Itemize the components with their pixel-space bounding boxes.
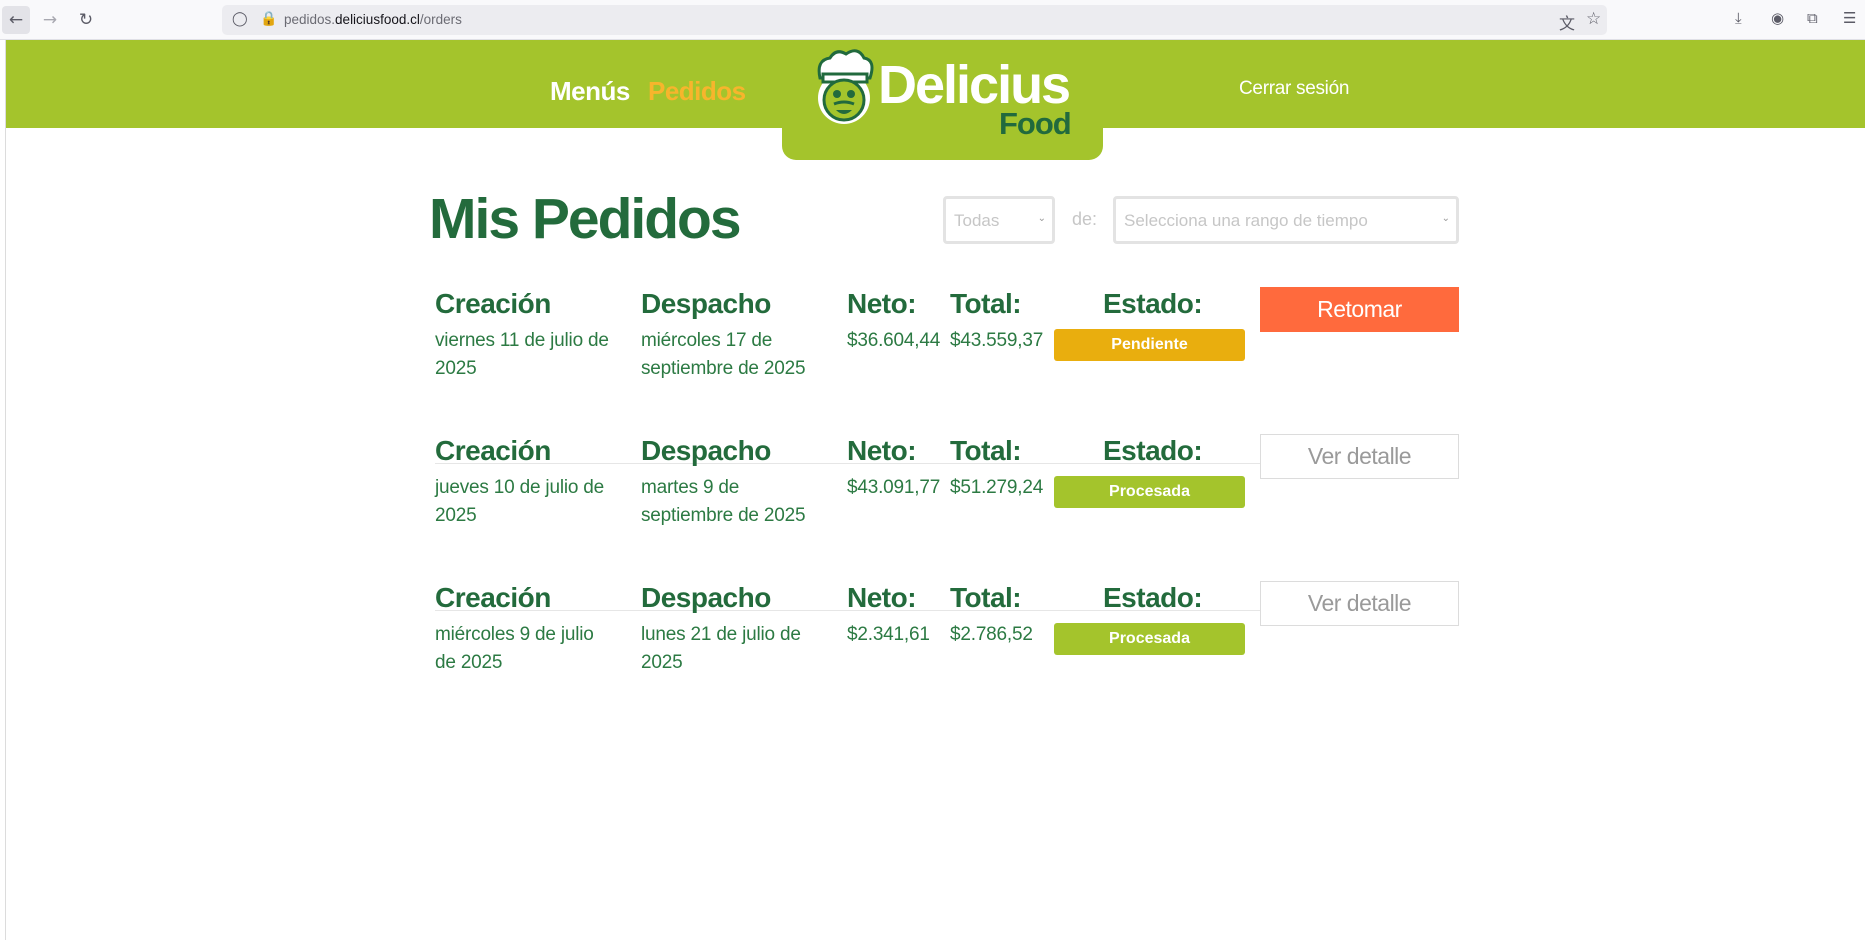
net-label: Neto: [847,435,917,466]
date-range-select[interactable]: Selecciona una rango de tiempo ⌄ [1113,196,1459,244]
total-label: Total: [950,435,1022,466]
resume-order-button[interactable]: Retomar [1260,287,1459,332]
account-icon[interactable]: ◉ [1771,9,1784,27]
created-label: Creación [435,582,551,613]
lock-icon: 🔒 [260,11,278,27]
net-value: $43.091,77 [847,477,941,498]
view-detail-button[interactable]: Ver detalle [1260,581,1459,626]
status-label: Estado: [1103,582,1203,613]
created-value: viernes 11 de julio de 2025 [435,330,609,379]
bookmark-star-icon[interactable]: ☆ [1586,9,1601,29]
shield-icon[interactable]: ◯ [232,11,248,27]
back-icon[interactable]: ← [2,6,30,34]
total-label: Total: [950,582,1022,613]
dispatch-value: miércoles 17 de septiembre de 2025 [641,330,806,379]
chevron-down-icon: ⌄ [1441,213,1450,224]
total-label: Total: [950,288,1022,319]
reload-icon[interactable]: ↻ [72,6,100,34]
order-row: Creación jueves 10 de julio de 2025 Despa… [429,434,1459,526]
total-value: $2.786,52 [950,624,1033,645]
order-row: Creación miércoles 9 de julio de 2025 Des… [429,581,1459,673]
net-label: Neto: [847,288,917,319]
nav-pedidos[interactable]: Pedidos [648,76,746,107]
extensions-icon[interactable]: ⧉ [1807,9,1818,27]
status-filter-select[interactable]: Todas ⌄ [943,196,1055,244]
status-label: Estado: [1103,288,1203,319]
dispatch-value: lunes 21 de julio de 2025 [641,624,801,673]
translate-icon[interactable]: 文 [1559,10,1575,34]
dispatch-label: Despacho [641,582,771,613]
chevron-down-icon: ⌄ [1037,213,1046,224]
status-badge: Pendiente [1054,329,1245,361]
total-value: $43.559,37 [950,330,1044,351]
url-text[interactable]: pedidos.deliciusfood.cl/orders [284,12,462,27]
total-value: $51.279,24 [950,477,1044,498]
page-title: Mis Pedidos [429,187,742,251]
status-badge: Procesada [1054,476,1245,508]
net-value: $2.341,61 [847,624,930,645]
net-label: Neto: [847,582,917,613]
chef-logo-icon[interactable] [806,48,882,128]
filter-of-label: de: [1072,209,1098,229]
net-value: $36.604,44 [847,330,941,351]
created-value: jueves 10 de julio de 2025 [435,477,605,526]
dispatch-label: Despacho [641,435,771,466]
page: Menús Pedidos Delicius Food Cerrar sesió… [5,40,1865,940]
order-row: Creación viernes 11 de julio de 2025 Desp… [429,287,1459,379]
menu-icon[interactable]: ☰ [1843,9,1856,27]
brand-name[interactable]: Delicius [878,58,1071,112]
forward-icon[interactable]: → [36,6,64,34]
browser-toolbar: ← → ↻ ◯ 🔒 pedidos.deliciusfood.cl/orders… [0,0,1865,40]
created-value: miércoles 9 de julio de 2025 [435,624,594,673]
created-label: Creación [435,288,551,319]
address-bar[interactable]: ◯ 🔒 pedidos.deliciusfood.cl/orders 文 ☆ [222,5,1607,35]
downloads-icon[interactable]: ⤓ [1735,9,1742,27]
logout-link[interactable]: Cerrar sesión [1239,78,1349,100]
status-label: Estado: [1103,435,1203,466]
created-label: Creación [435,435,551,466]
dispatch-value: martes 9 de septiembre de 2025 [641,477,806,526]
view-detail-button[interactable]: Ver detalle [1260,434,1459,479]
dispatch-label: Despacho [641,288,771,319]
brand-food: Food [999,106,1072,141]
status-badge: Procesada [1054,623,1245,655]
nav-menus[interactable]: Menús [550,76,630,107]
